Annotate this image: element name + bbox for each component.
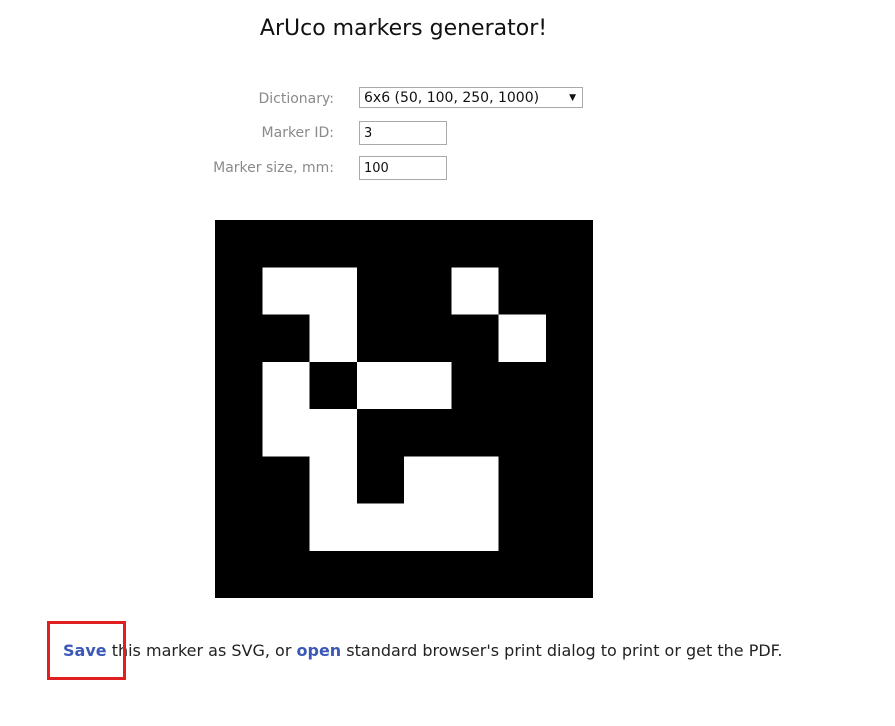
marker-cell	[545, 220, 593, 269]
dropdown-arrow-icon: ▼	[569, 93, 576, 103]
marker-cell	[498, 456, 547, 505]
marker-cell	[498, 361, 547, 410]
marker-cell	[309, 314, 358, 363]
marker-cell	[215, 550, 264, 598]
marker-cell	[451, 409, 500, 458]
page-title: ArUco markers generator!	[259, 16, 548, 41]
marker-cell	[262, 456, 311, 505]
marker-cell	[262, 550, 311, 598]
footer-text-end: standard browser's print dialog to print…	[341, 641, 783, 660]
marker-cell	[262, 267, 311, 316]
marker-cell	[309, 456, 358, 505]
marker-cell	[545, 314, 593, 363]
marker-id-label: Marker ID:	[261, 125, 334, 141]
marker-cell	[545, 361, 593, 410]
dictionary-select[interactable]: 6x6 (50, 100, 250, 1000) ▼	[359, 87, 583, 108]
marker-cell	[545, 456, 593, 505]
marker-cell	[215, 220, 264, 269]
dictionary-selected-value: 6x6 (50, 100, 250, 1000)	[364, 90, 540, 106]
marker-cell	[215, 503, 264, 552]
marker-cell	[451, 456, 500, 505]
marker-cell	[309, 550, 358, 598]
marker-cell	[356, 267, 405, 316]
marker-cell	[404, 550, 453, 598]
marker-cell	[262, 409, 311, 458]
marker-cell	[404, 267, 453, 316]
marker-cell	[498, 314, 547, 363]
save-svg-link[interactable]: Save	[63, 641, 107, 660]
marker-cell	[545, 267, 593, 316]
marker-cell	[215, 267, 264, 316]
marker-cell	[451, 361, 500, 410]
marker-cell	[215, 409, 264, 458]
marker-cell	[498, 267, 547, 316]
marker-cell	[404, 456, 453, 505]
marker-cell	[309, 267, 358, 316]
marker-cell	[451, 550, 500, 598]
marker-cell	[309, 503, 358, 552]
marker-cell	[404, 314, 453, 363]
marker-cell	[309, 409, 358, 458]
dictionary-row: Dictionary: 6x6 (50, 100, 250, 1000) ▼	[150, 86, 650, 112]
open-print-dialog-link[interactable]: open	[297, 641, 342, 660]
dictionary-label: Dictionary:	[258, 91, 334, 107]
marker-id-row: Marker ID:	[150, 120, 650, 146]
marker-cell	[215, 456, 264, 505]
marker-id-input[interactable]	[359, 121, 447, 145]
aruco-marker-preview	[215, 220, 593, 598]
marker-cell	[356, 314, 405, 363]
marker-cell	[309, 220, 358, 269]
marker-cell	[404, 361, 453, 410]
marker-cell	[498, 503, 547, 552]
marker-size-label: Marker size, mm:	[213, 160, 334, 176]
marker-size-row: Marker size, mm:	[150, 155, 650, 181]
marker-cell	[545, 503, 593, 552]
marker-size-input[interactable]	[359, 156, 447, 180]
marker-cell	[356, 220, 405, 269]
marker-cell	[451, 267, 500, 316]
marker-cell	[545, 409, 593, 458]
marker-cell	[498, 409, 547, 458]
marker-cell	[309, 361, 358, 410]
marker-cell	[356, 361, 405, 410]
marker-cell	[498, 550, 547, 598]
marker-cell	[451, 220, 500, 269]
marker-cell	[215, 361, 264, 410]
marker-cell	[404, 220, 453, 269]
aruco-marker-image	[215, 220, 593, 598]
marker-cell	[451, 314, 500, 363]
marker-cell	[498, 220, 547, 269]
marker-cell	[545, 550, 593, 598]
marker-cell	[262, 220, 311, 269]
marker-cell	[451, 503, 500, 552]
marker-cell	[262, 314, 311, 363]
marker-cell	[215, 314, 264, 363]
marker-cell	[262, 503, 311, 552]
marker-cell	[404, 409, 453, 458]
marker-cell	[356, 456, 405, 505]
marker-cell	[356, 550, 405, 598]
marker-cell	[356, 503, 405, 552]
marker-cell	[356, 409, 405, 458]
marker-cell	[404, 503, 453, 552]
footer-text-middle: this marker as SVG, or	[106, 641, 297, 660]
footer-instructions: Save this marker as SVG, or open standar…	[63, 641, 782, 660]
marker-cell	[262, 361, 311, 410]
